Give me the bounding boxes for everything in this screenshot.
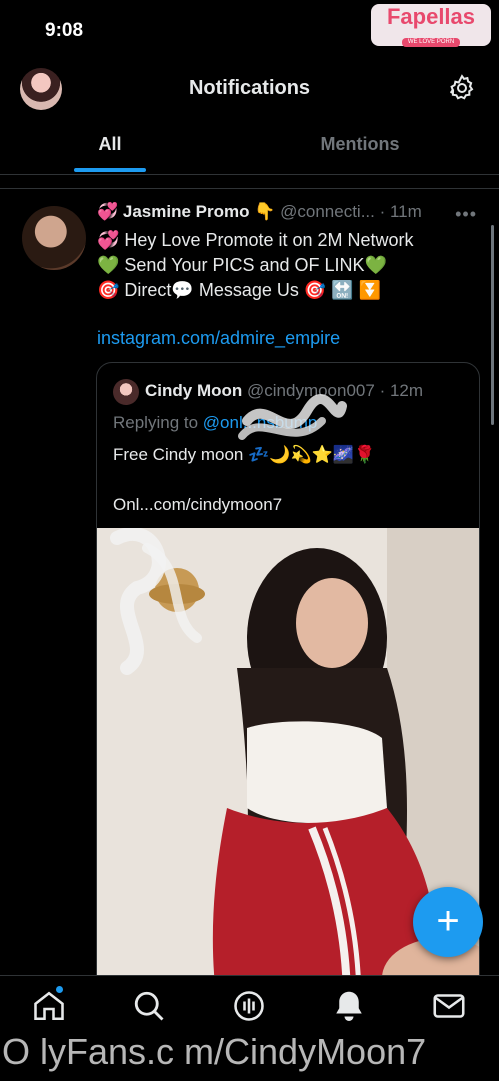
- settings-gear-icon[interactable]: [447, 73, 477, 103]
- post-time: · 11m: [379, 202, 422, 221]
- status-time: 9:08: [45, 20, 84, 41]
- post-author-handle: @connecti...: [280, 202, 375, 221]
- quoted-tweet[interactable]: Cindy Moon @cindymoon007 · 12m Replying …: [96, 362, 480, 975]
- watermark-text: O lyFans.c m/CindyMoon7: [2, 1031, 427, 1072]
- spaces-icon[interactable]: [231, 988, 267, 1024]
- post-author-name[interactable]: 💞 Jasmine Promo 👇: [97, 202, 275, 221]
- top-header: Notifications: [0, 60, 499, 118]
- compose-button[interactable]: +: [413, 887, 483, 957]
- watermark-logo: Fapellas WE LOVE PORN: [371, 4, 491, 47]
- quoted-author-avatar: [113, 379, 139, 405]
- search-icon[interactable]: [131, 988, 167, 1024]
- watermark-logo-tagline: WE LOVE PORN: [401, 38, 461, 47]
- quoted-author-name: Cindy Moon: [145, 381, 243, 400]
- status-bar: 9:08 Fapellas WE LOVE PORN: [0, 0, 499, 60]
- replying-prefix: Replying to: [113, 413, 203, 432]
- tab-all[interactable]: All: [0, 118, 220, 174]
- messages-icon[interactable]: [431, 988, 467, 1024]
- watermark-logo-name: Fapellas: [386, 4, 476, 29]
- more-options-icon[interactable]: •••: [455, 204, 477, 225]
- tab-selected-indicator: [74, 168, 146, 172]
- page-title: Notifications: [188, 77, 311, 99]
- tab-mentions[interactable]: Mentions: [250, 118, 470, 174]
- notification-tabs: All Mentions: [0, 118, 499, 175]
- quoted-time: · 12m: [379, 381, 424, 400]
- censor-scribble: [238, 394, 347, 440]
- scrollbar-thumb[interactable]: [491, 225, 494, 425]
- divider: [0, 188, 499, 189]
- home-icon[interactable]: [31, 988, 67, 1024]
- quoted-link: Onl...com/cindymoon7: [113, 495, 283, 514]
- post-author-avatar[interactable]: [22, 206, 86, 270]
- compose-plus-icon: +: [436, 899, 460, 943]
- notifications-bell-icon[interactable]: [331, 988, 367, 1024]
- post-text: 💞 Hey Love Promote it on 2M Network 💚 Se…: [97, 230, 414, 300]
- home-notification-dot: [56, 986, 63, 993]
- notification-post[interactable]: 💞 Jasmine Promo 👇 @connecti... · 11m •••…: [0, 190, 499, 975]
- post-link[interactable]: instagram.com/admire_empire: [97, 328, 340, 349]
- post-header: 💞 Jasmine Promo 👇 @connecti... · 11m: [97, 202, 487, 222]
